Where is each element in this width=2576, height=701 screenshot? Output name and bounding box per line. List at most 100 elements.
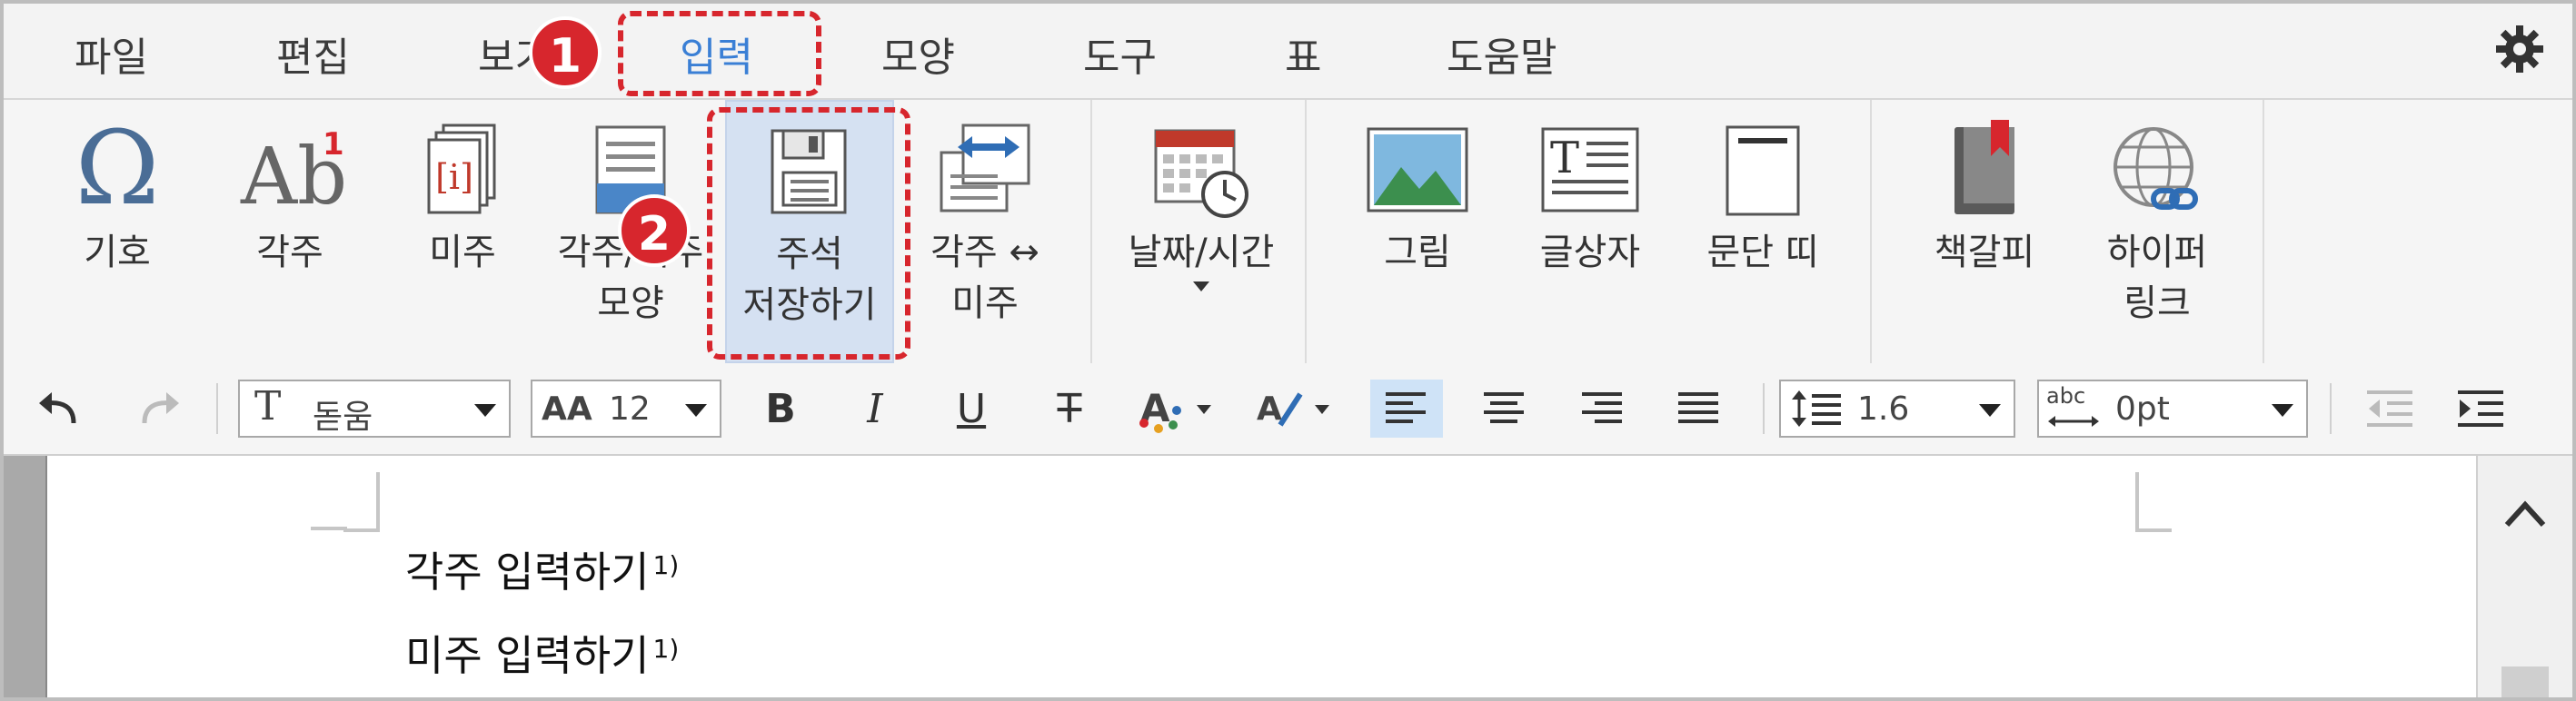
swap-note-icon: [940, 123, 1030, 212]
ribbon-swap-note-button[interactable]: 각주 ↔ 미주: [903, 100, 1067, 363]
ribbon-separator: [1305, 100, 1307, 363]
font-name-select[interactable]: T 돋움: [238, 380, 511, 438]
textbox-icon: T: [1541, 127, 1639, 212]
ribbon-endnote-button[interactable]: [i] 미주: [385, 100, 540, 363]
ribbon-separator: [1090, 100, 1092, 363]
crop-mark: [343, 472, 380, 532]
ribbon-picture-button[interactable]: 그림: [1336, 100, 1499, 363]
svg-text:1: 1: [323, 126, 344, 163]
ribbon-endnote-label: 미주: [429, 232, 496, 273]
bookmark-icon: [1954, 120, 2014, 214]
ribbon-picture-label: 그림: [1384, 232, 1451, 273]
annotation-box-save-note: [707, 107, 910, 360]
footnote-marker[interactable]: 1): [653, 550, 680, 580]
text-color-button[interactable]: A: [1130, 380, 1221, 438]
letter-spacing-select[interactable]: abc 0pt: [2037, 380, 2308, 438]
scroll-up-icon[interactable]: [2503, 499, 2547, 528]
omega-icon: Ω: [75, 120, 160, 220]
indent-icon: [2458, 390, 2503, 427]
align-right-icon: [1582, 392, 1622, 423]
paragraph-line-icon: [1726, 125, 1800, 216]
ribbon-paragraph-line-button[interactable]: 문단 띠: [1681, 100, 1845, 363]
ribbon-date-time-button[interactable]: 날짜/시간: [1109, 100, 1294, 363]
svg-text:A: A: [1257, 390, 1282, 428]
ribbon-symbol-button[interactable]: Ω 기호: [40, 100, 194, 363]
ribbon-hyperlink-label: 하이퍼 링크: [2106, 232, 2208, 324]
ribbon-separator: [1870, 100, 1872, 363]
chevron-down-icon: [685, 404, 707, 417]
menu-help[interactable]: 도움말: [1447, 31, 1557, 85]
double-arrow-icon: [2048, 416, 2099, 427]
letter-spacing-icon: abc: [2046, 383, 2086, 409]
line-spacing-value: 1.6: [1857, 390, 1910, 428]
ribbon-separator: [2263, 100, 2264, 363]
ribbon-textbox-button[interactable]: T 글상자: [1508, 100, 1672, 363]
letter-spacing-value: 0pt: [2115, 390, 2170, 428]
font-name-value: 돋움: [313, 399, 373, 436]
strikethrough-button[interactable]: T: [1038, 380, 1101, 438]
line-spacing-select[interactable]: 1.6: [1779, 380, 2015, 438]
indent-button[interactable]: [2444, 380, 2517, 438]
crop-mark: [311, 527, 347, 530]
ribbon-date-time-label: 날짜/시간: [1128, 232, 1275, 273]
bold-button[interactable]: B: [749, 380, 812, 438]
chevron-down-icon: [474, 404, 496, 417]
font-icon: T: [254, 383, 282, 429]
ribbon-footnote-button[interactable]: Ab 1 각주: [213, 100, 367, 363]
menu-edit[interactable]: 편집: [276, 31, 350, 85]
date-time-icon: [1154, 129, 1248, 218]
italic-button[interactable]: I: [843, 380, 907, 438]
document-page[interactable]: 각주 입력하기 1) 미주 입력하기 1): [45, 456, 2481, 697]
font-size-value: 12: [609, 390, 651, 428]
menu-format[interactable]: 모양: [881, 31, 955, 85]
highlight-icon: A: [1257, 390, 1329, 428]
outdent-button[interactable]: [2353, 380, 2426, 438]
redo-button[interactable]: [127, 380, 191, 438]
annotation-badge-2: 2: [618, 194, 691, 267]
endnote-marker[interactable]: 1): [653, 634, 680, 664]
align-left-button[interactable]: [1370, 380, 1443, 438]
ribbon-hyperlink-button[interactable]: 하이퍼 링크: [2075, 100, 2239, 363]
align-left-icon: [1386, 392, 1426, 423]
align-center-button[interactable]: [1468, 380, 1541, 438]
align-justify-button[interactable]: [1663, 380, 1736, 438]
align-right-button[interactable]: [1566, 380, 1639, 438]
format-toolbar: T 돋움 AA 12 B I U T A A 1.6 abc 0pt: [4, 363, 2572, 456]
font-size-icon: AA: [542, 390, 592, 428]
document-line-text: 미주 입력하기: [405, 631, 650, 680]
toolbar-separator: [2330, 383, 2332, 434]
underline-button[interactable]: U: [940, 380, 1003, 438]
text-color-icon: A: [1139, 386, 1211, 433]
ribbon-bookmark-label: 책갈피: [1934, 232, 2035, 273]
document-line-footnote[interactable]: 각주 입력하기 1): [405, 539, 679, 599]
svg-text:Ω: Ω: [75, 120, 160, 220]
svg-text:[i]: [i]: [435, 157, 473, 197]
toolbar-separator: [216, 383, 218, 434]
undo-button[interactable]: [27, 380, 91, 438]
document-line-endnote[interactable]: 미주 입력하기 1): [405, 623, 679, 683]
ribbon-textbox-label: 글상자: [1539, 232, 1641, 273]
endnote-icon: [i]: [427, 123, 496, 214]
menu-table[interactable]: 표: [1285, 31, 1321, 85]
footnote-icon: Ab 1: [240, 126, 344, 220]
vertical-scrollbar[interactable]: [2476, 456, 2572, 697]
menu-file[interactable]: 파일: [75, 31, 148, 85]
annotation-badge-1: 1: [529, 16, 602, 89]
chevron-down-icon: [1979, 404, 2001, 417]
align-center-icon: [1484, 392, 1524, 423]
outdent-icon: [2367, 390, 2412, 427]
insert-ribbon: Ω 기호 Ab 1 각주 [i] 미주 모양 주석 저장하기 각주 ↔ 미주 날…: [4, 98, 2572, 365]
align-justify-icon: [1678, 392, 1718, 423]
ribbon-paragraph-line-label: 문단 띠: [1706, 232, 1819, 273]
document-area: 각주 입력하기 1) 미주 입력하기 1): [4, 456, 2572, 697]
menu-bar: 파일 편집 보기 입력 모양 도구 표 도움말: [4, 4, 2572, 94]
picture-icon: [1367, 127, 1468, 212]
hyperlink-icon: [2114, 127, 2198, 210]
font-size-select[interactable]: AA 12: [531, 380, 721, 438]
highlight-button[interactable]: A: [1248, 380, 1339, 438]
ribbon-bookmark-button[interactable]: 책갈피: [1903, 100, 2066, 363]
menu-tools[interactable]: 도구: [1083, 31, 1157, 85]
gear-icon[interactable]: [2492, 22, 2547, 76]
scrollbar-thumb[interactable]: [2501, 666, 2549, 697]
svg-text:T: T: [1550, 133, 1579, 183]
